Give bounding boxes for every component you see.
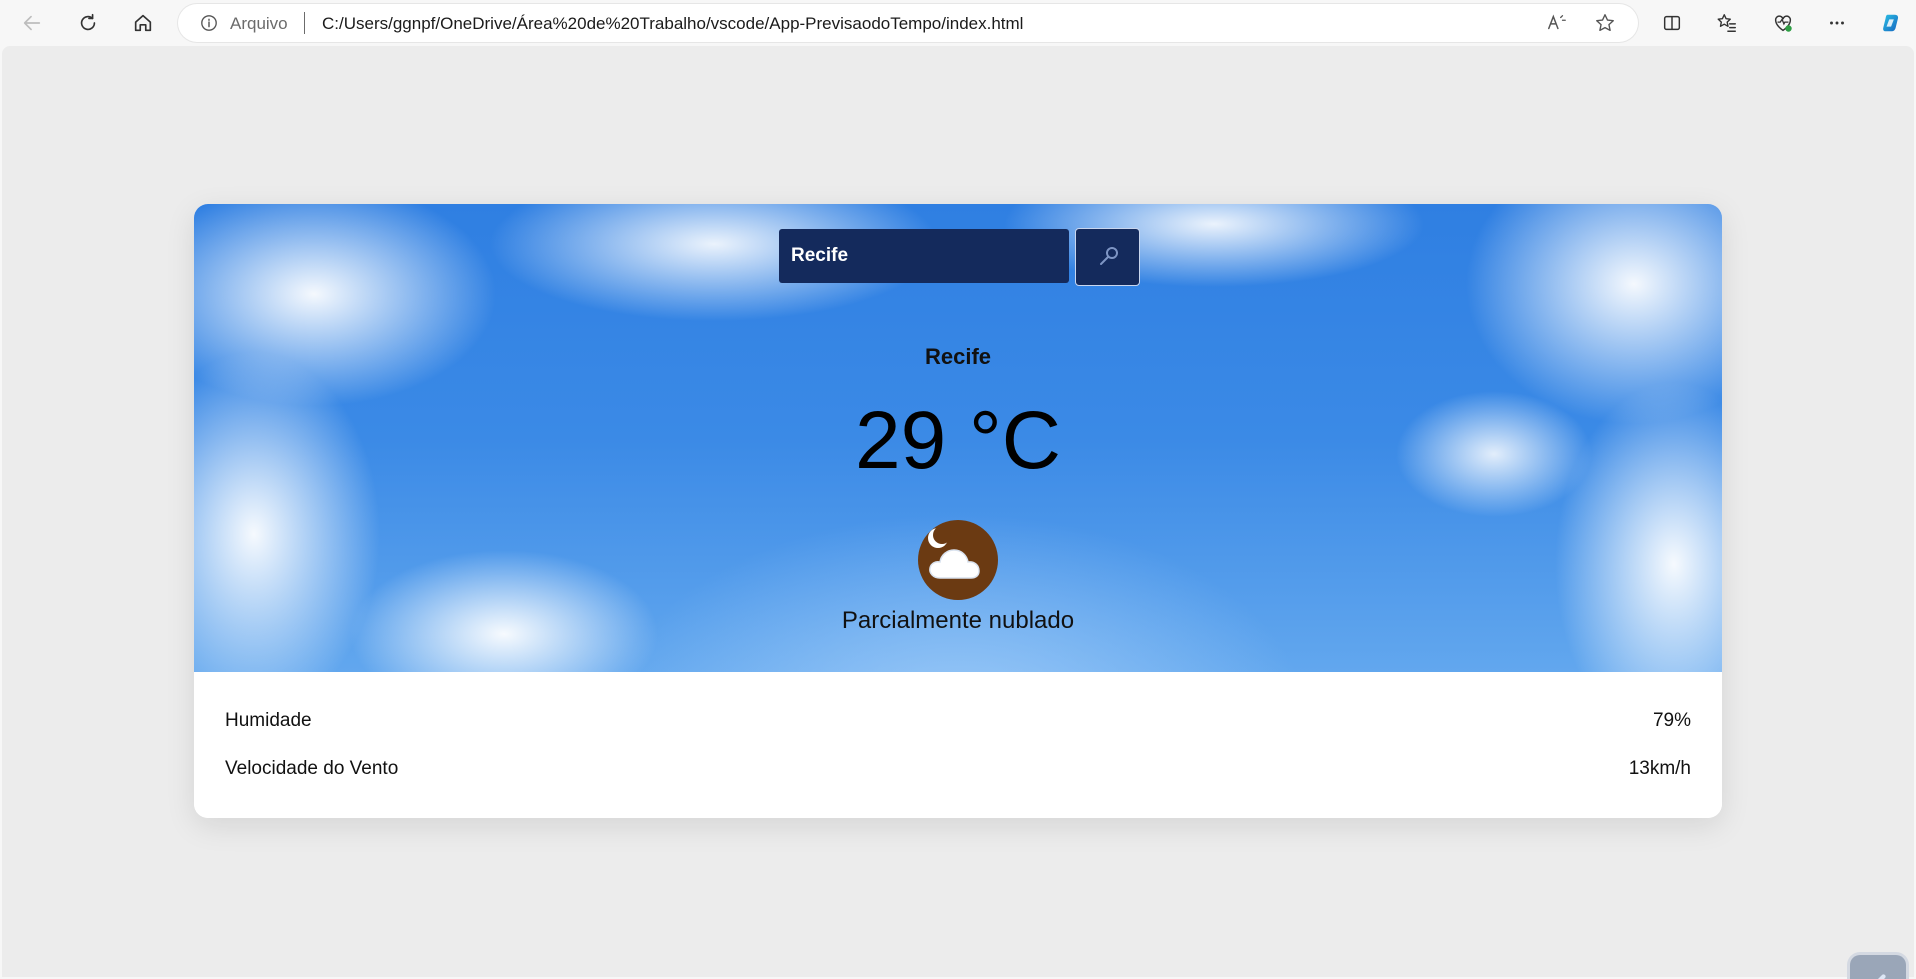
- partly-cloudy-night-icon: [918, 520, 998, 600]
- detail-row-wind: Velocidade do Vento 13km/h: [225, 758, 1691, 780]
- address-separator: [304, 12, 305, 34]
- city-search-input[interactable]: [779, 229, 1069, 283]
- info-icon[interactable]: [200, 14, 218, 32]
- copilot-button[interactable]: [1874, 5, 1910, 41]
- favorites-list-icon: [1717, 14, 1736, 32]
- ellipsis-icon: [1830, 21, 1844, 25]
- page-viewport: Recife 29 °C Parcialmente nublado Humida…: [2, 46, 1914, 979]
- home-button[interactable]: [125, 5, 161, 41]
- split-screen-icon: [1663, 15, 1681, 31]
- favorites-button[interactable]: [1709, 5, 1745, 41]
- browser-essentials-button[interactable]: [1765, 5, 1801, 41]
- detail-row-humidity: Humidade 79%: [225, 710, 1691, 732]
- split-screen-button[interactable]: [1654, 5, 1690, 41]
- search-button[interactable]: [1075, 228, 1140, 286]
- read-aloud-button[interactable]: [1545, 11, 1569, 35]
- weather-description: Parcialmente nublado: [841, 607, 1075, 634]
- read-aloud-icon: [1548, 14, 1566, 30]
- address-scheme: Arquivo: [230, 14, 288, 33]
- temperature: 29 °C: [854, 395, 1061, 486]
- more-options-button[interactable]: [1819, 5, 1855, 41]
- detail-label: Humidade: [225, 710, 312, 731]
- detail-value: 13km/h: [1628, 758, 1691, 779]
- city-name: Recife: [924, 344, 992, 369]
- detail-value: 79%: [1652, 710, 1691, 731]
- weather-details: Humidade 79% Velocidade do Vento 13km/h: [194, 672, 1722, 818]
- detail-label: Velocidade do Vento: [225, 758, 399, 779]
- back-button[interactable]: [14, 5, 50, 41]
- favorite-button[interactable]: [1593, 11, 1617, 35]
- refresh-icon: [80, 13, 96, 31]
- floating-assistant-button[interactable]: [1850, 955, 1906, 979]
- star-icon: [1596, 14, 1614, 32]
- heart-pulse-icon: [1774, 15, 1792, 32]
- magnifier-icon: [1099, 247, 1118, 265]
- browser-toolbar: Arquivo C:/Users/ggnpf/OneDrive/Área%20d…: [0, 0, 1916, 46]
- address-bar[interactable]: Arquivo C:/Users/ggnpf/OneDrive/Área%20d…: [178, 4, 1638, 42]
- arrow-left-icon: [23, 15, 41, 31]
- pen-stroke-icon: [1878, 974, 1886, 979]
- home-icon: [134, 14, 152, 32]
- copilot-icon: [1883, 14, 1899, 32]
- address-url[interactable]: C:/Users/ggnpf/OneDrive/Área%20de%20Trab…: [322, 14, 1023, 34]
- weather-card: Recife 29 °C Parcialmente nublado Humida…: [194, 204, 1722, 818]
- refresh-button[interactable]: [70, 5, 106, 41]
